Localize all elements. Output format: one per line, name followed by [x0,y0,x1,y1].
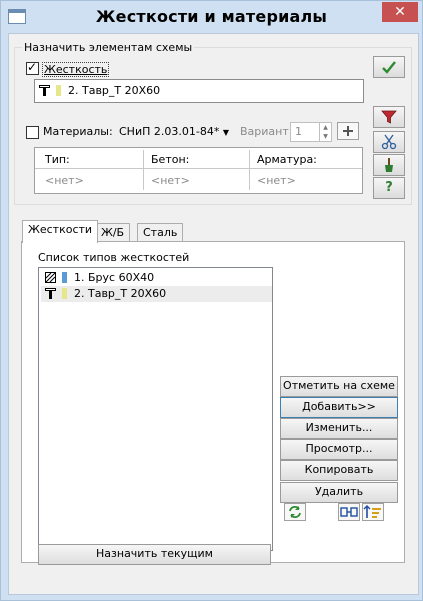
tee-section-icon [45,288,56,299]
norm-dropdown[interactable]: СНиП 2.03.01-84* ▼ [119,125,229,138]
list-item[interactable]: 2. Тавр_Т 20Х60 [41,286,272,302]
grid-value-concrete[interactable]: <нет> [151,174,190,187]
copy-button[interactable]: Копировать [280,460,398,481]
list-item-label: 1. Брус 60Х40 [74,271,155,284]
stiffness-list-label: Список типов жесткостей [38,251,190,264]
delete-button[interactable]: Удалить [280,482,398,503]
tab-reinforced-concrete[interactable]: Ж/Б [95,223,131,242]
variant-value: 1 [295,125,302,138]
grid-header-type: Тип: [45,153,70,166]
add-variant-button[interactable] [337,122,359,140]
assign-group-label: Назначить элементам схемы [22,41,195,54]
dialog-client: Назначить элементам схемы Жесткость 2. Т… [8,33,419,595]
sort-icon [363,505,381,518]
grid-value-type[interactable]: <нет> [45,174,84,187]
assign-current-button[interactable]: Назначить текущим [38,544,271,565]
sections-button[interactable] [338,503,360,521]
item-color-swatch [62,272,67,283]
variant-label: Вариант [240,125,289,138]
materials-checkbox-label: Материалы: [43,125,113,138]
grid-value-rebar[interactable]: <нет> [257,174,296,187]
refresh-button[interactable] [284,503,306,521]
dialog-window: Жесткости и материалы ✕ Назначить элемен… [0,0,423,601]
close-button[interactable]: ✕ [382,2,418,22]
materials-checkbox[interactable] [26,126,39,139]
materials-grid: Тип: Бетон: Арматура: <нет> <нет> <нет> [34,147,363,194]
mark-on-scheme-button[interactable]: Отметить на схеме [280,376,398,397]
apply-button[interactable] [373,56,405,78]
stiffness-color-swatch [56,85,61,96]
window-title: Жесткости и материалы [95,7,328,26]
filter-icon [381,110,397,124]
scissors-icon [381,134,397,150]
spinner-arrows-icon[interactable]: ▲ ▼ [319,123,331,141]
stiffness-checkbox-label[interactable]: Жесткость [42,62,110,77]
grid-header-concrete: Бетон: [151,153,190,166]
current-stiffness-value: 2. Тавр_Т 20Х60 [68,84,161,97]
list-item-label: 2. Тавр_Т 20Х60 [74,287,167,300]
item-color-swatch [62,288,67,299]
section-dimensions-icon [340,507,358,517]
add-button[interactable]: Добавить>> [280,397,398,418]
variant-spinner[interactable]: 1 ▲ ▼ [290,122,332,142]
brush-button[interactable] [373,154,405,176]
brush-icon [385,158,393,172]
rect-section-icon [45,272,56,283]
stiffness-list[interactable]: 1. Брус 60Х40 2. Тавр_Т 20Х60 [38,267,273,551]
plus-icon [343,126,353,136]
sort-button[interactable] [362,503,384,521]
filter-button[interactable] [373,106,405,128]
grid-header-rebar: Арматура: [257,153,317,166]
chevron-down-icon: ▼ [222,128,229,137]
stiffness-tab-panel: Список типов жесткостей 1. Брус 60Х40 2.… [21,241,405,565]
tee-section-icon [39,85,50,96]
help-button[interactable]: ? [373,177,405,199]
list-item[interactable]: 1. Брус 60Х40 [41,270,268,286]
view-button[interactable]: Просмотр... [280,439,398,460]
cut-button[interactable] [373,131,405,153]
refresh-arrows-icon [289,506,301,518]
edit-button[interactable]: Изменить... [280,418,398,439]
tab-steel[interactable]: Сталь [137,223,184,242]
title-bar[interactable]: Жесткости и материалы ✕ [1,1,422,33]
norm-dropdown-value: СНиП 2.03.01-84* [119,125,220,138]
current-stiffness-field[interactable]: 2. Тавр_Т 20Х60 [34,79,364,103]
tab-stiffness[interactable]: Жесткости [22,220,99,243]
checkmark-icon [382,61,396,74]
stiffness-checkbox[interactable] [26,60,39,75]
